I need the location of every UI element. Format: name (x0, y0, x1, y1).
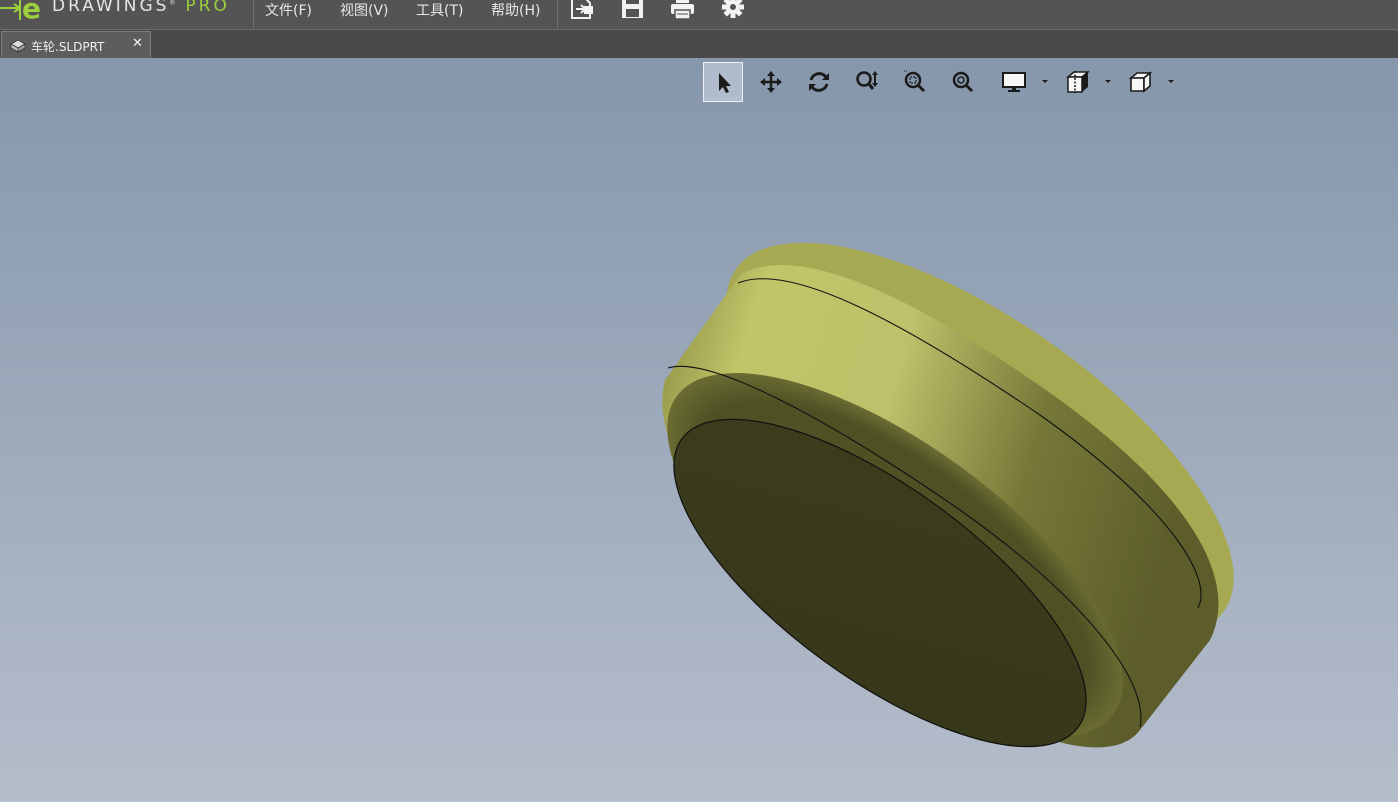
logo-text: DRAWINGS® PRO (52, 0, 230, 16)
open-button[interactable] (568, 0, 598, 22)
svg-text:e: e (22, 0, 41, 24)
part-icon (10, 39, 26, 53)
save-button[interactable] (618, 0, 648, 22)
e-logo-icon: e (0, 0, 41, 24)
document-tab-strip: 车轮.SLDPRT ✕ (0, 30, 1398, 58)
logo-trademark: ® (169, 0, 176, 7)
tab-document[interactable]: 车轮.SLDPRT ✕ (1, 31, 151, 58)
settings-button[interactable] (718, 0, 748, 22)
menu-separator (557, 0, 558, 29)
wheel-model[interactable] (0, 58, 1398, 802)
menu-bar: e DRAWINGS® PRO 文件(F) 视图(V) 工具(T) 帮助(H) (0, 0, 1398, 30)
open-icon (571, 0, 593, 19)
graphics-viewport[interactable] (0, 58, 1398, 802)
print-icon (671, 0, 694, 20)
menu-tools[interactable]: 工具(T) (416, 0, 463, 20)
menu-separator (253, 0, 254, 29)
tab-document-label: 车轮.SLDPRT (31, 40, 105, 54)
gear-icon (722, 0, 744, 18)
logo-brand: DRAWINGS (52, 0, 170, 16)
save-icon (622, 0, 643, 18)
menu-file[interactable]: 文件(F) (265, 0, 312, 20)
tab-close-button[interactable]: ✕ (132, 36, 143, 51)
menu-help[interactable]: 帮助(H) (491, 0, 540, 20)
logo-edition: PRO (185, 0, 230, 16)
print-button[interactable] (668, 0, 698, 22)
menu-view[interactable]: 视图(V) (340, 0, 389, 20)
